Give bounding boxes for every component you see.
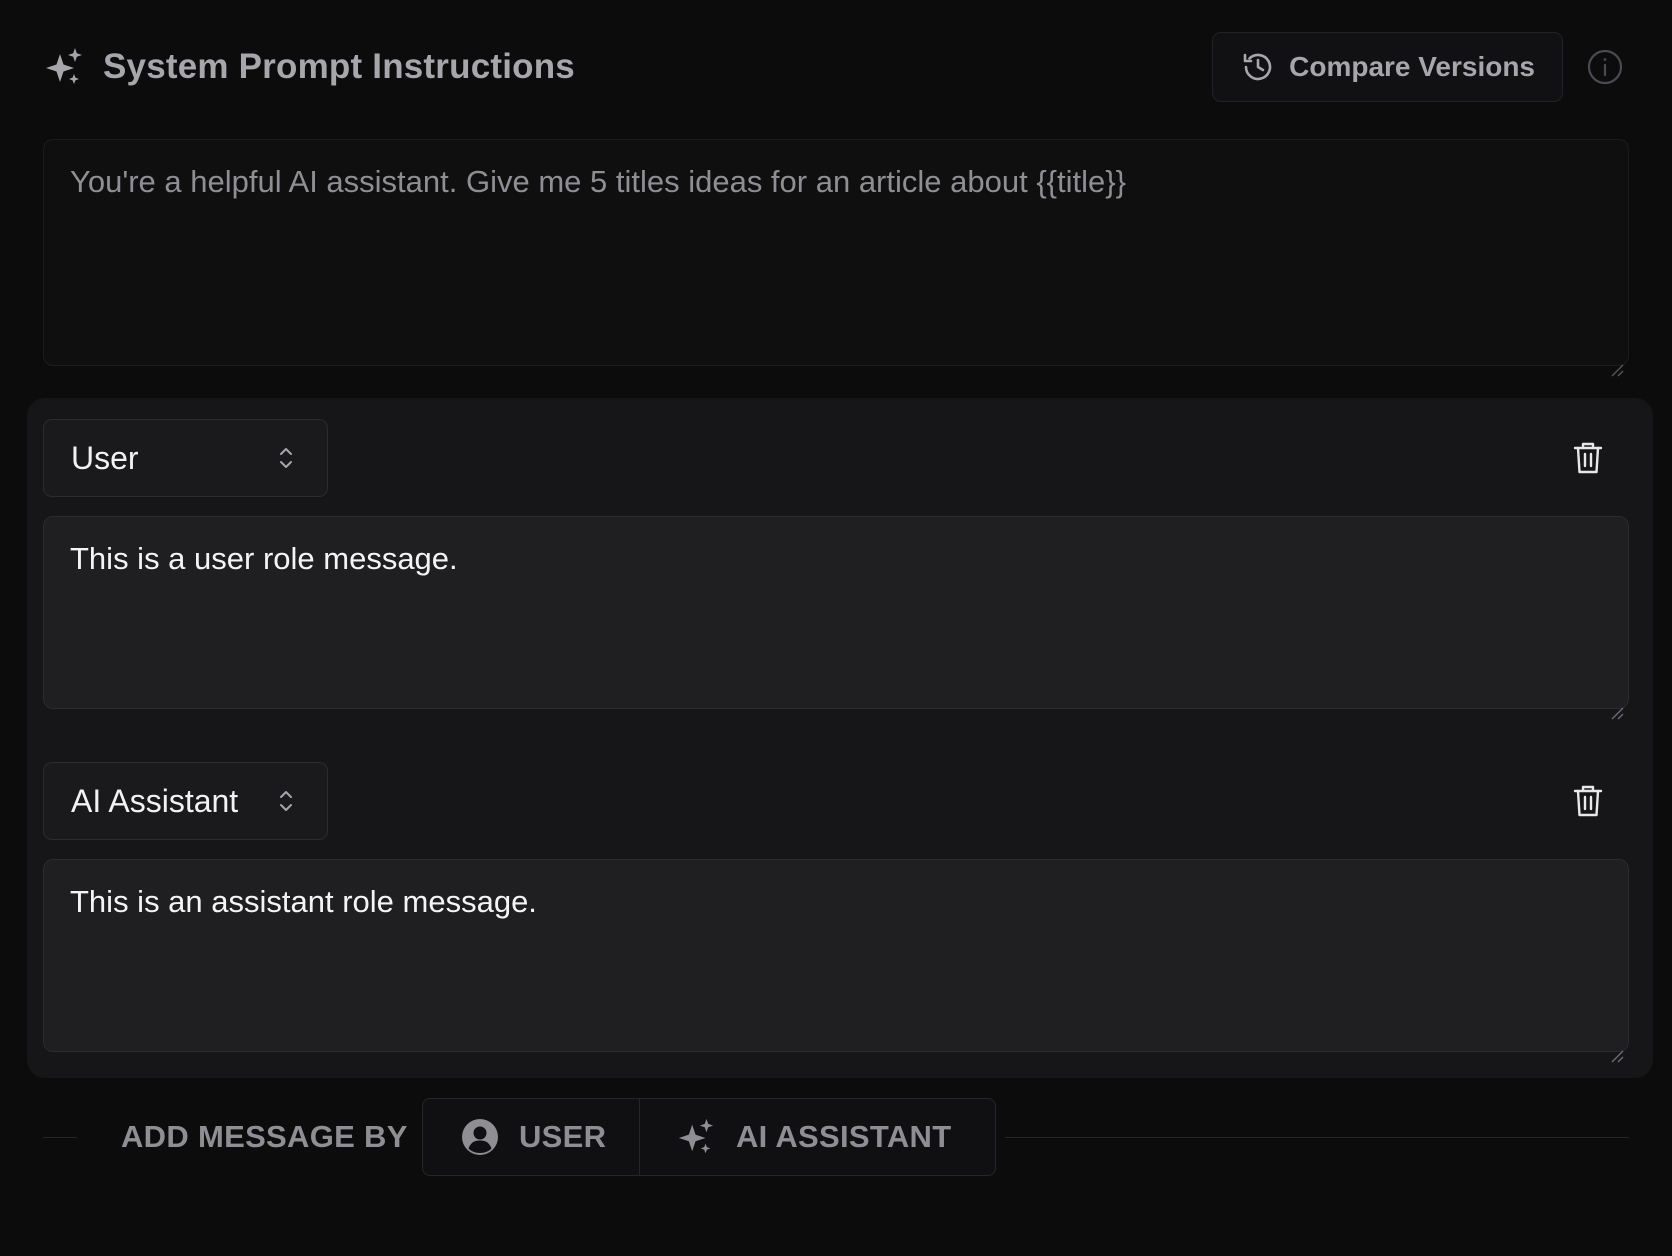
- add-user-label: USER: [519, 1119, 607, 1154]
- message-text: This is a user role message.: [70, 541, 458, 576]
- resize-handle-icon[interactable]: [1610, 347, 1624, 377]
- header: System Prompt Instructions Compare Versi…: [43, 32, 1629, 102]
- compare-versions-label: Compare Versions: [1289, 51, 1535, 82]
- role-select-assistant[interactable]: AI Assistant: [43, 762, 328, 840]
- info-icon[interactable]: [1585, 47, 1625, 87]
- user-circle-icon: [461, 1118, 499, 1156]
- trash-icon: [1573, 441, 1603, 475]
- add-user-message-button[interactable]: USER: [423, 1099, 640, 1175]
- history-icon: [1241, 50, 1275, 84]
- message-input[interactable]: This is an assistant role message.: [43, 859, 1629, 1063]
- resize-handle-icon[interactable]: [1610, 1033, 1624, 1063]
- role-select-value: AI Assistant: [71, 782, 239, 819]
- resize-handle-icon[interactable]: [1610, 690, 1624, 720]
- trash-icon: [1573, 784, 1603, 818]
- compare-versions-button[interactable]: Compare Versions: [1212, 32, 1563, 102]
- add-message-button-group: USER AI ASSISTANT: [422, 1098, 996, 1176]
- add-message-label: ADD MESSAGE BY: [121, 1119, 408, 1154]
- messages-panel: User This is a user role message. AI Ass…: [27, 398, 1653, 1078]
- divider: [43, 1137, 77, 1138]
- page-title: System Prompt Instructions: [103, 47, 575, 86]
- message-text: This is an assistant role message.: [70, 884, 537, 919]
- delete-message-button[interactable]: [1568, 438, 1608, 478]
- message-input[interactable]: This is a user role message.: [43, 516, 1629, 720]
- prompt-editor: System Prompt Instructions Compare Versi…: [0, 0, 1672, 1256]
- chevron-up-down-icon: [275, 443, 297, 473]
- sparkle-icon: [43, 46, 85, 88]
- sparkle-icon: [676, 1117, 716, 1157]
- add-assistant-message-button[interactable]: AI ASSISTANT: [640, 1099, 995, 1175]
- add-message-bar: ADD MESSAGE BY USER AI ASSISTANT: [43, 1098, 1629, 1176]
- add-assistant-label: AI ASSISTANT: [736, 1119, 952, 1154]
- role-select-user[interactable]: User: [43, 419, 328, 497]
- system-prompt-input[interactable]: You're a helpful AI assistant. Give me 5…: [43, 139, 1629, 377]
- system-prompt-text: You're a helpful AI assistant. Give me 5…: [70, 164, 1126, 199]
- divider: [1005, 1137, 1629, 1138]
- header-title-group: System Prompt Instructions: [43, 46, 1212, 88]
- delete-message-button[interactable]: [1568, 781, 1608, 821]
- chevron-up-down-icon: [275, 786, 297, 816]
- role-select-value: User: [71, 439, 139, 476]
